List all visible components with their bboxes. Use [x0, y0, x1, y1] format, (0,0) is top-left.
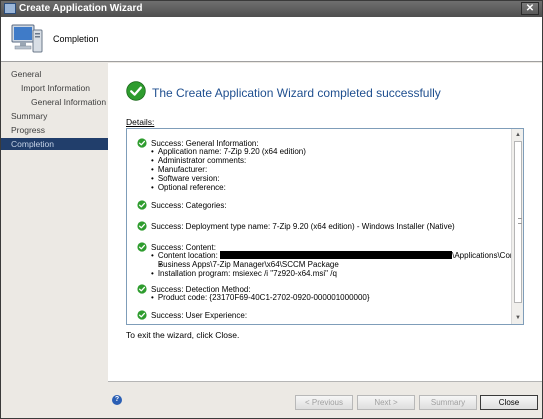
scroll-down-arrow-icon[interactable]: ▼: [513, 313, 523, 323]
content-location-item: Content location: \Applications\Core: [151, 251, 517, 260]
close-window-button[interactable]: ✕: [521, 2, 539, 15]
details-scrollbar[interactable]: ▲ ▼: [511, 129, 523, 324]
grip-icon: [518, 218, 522, 224]
section-heading: Success: Categories:: [151, 201, 227, 210]
wizard-nav: General Import Information General Infor…: [1, 63, 108, 418]
list-item: Administrator comments:: [151, 156, 306, 165]
success-check-icon: [137, 138, 147, 148]
computer-icon: [11, 24, 43, 53]
content-location-cont-text: Business Apps\7-Zip Manager\x64\SCCM Pac…: [157, 260, 339, 269]
scroll-thumb[interactable]: [514, 141, 522, 303]
list-item: Optional reference:: [151, 183, 306, 192]
completion-headline: The Create Application Wizard completed …: [152, 86, 441, 100]
content-location-continuation: Business Apps\7-Zip Manager\x64\SCCM Pac…: [157, 260, 517, 269]
content-location-label: Content location:: [157, 251, 218, 260]
success-check-icon: [137, 242, 147, 252]
main-panel: The Create Application Wizard completed …: [108, 63, 542, 381]
page-title: Completion: [53, 34, 99, 44]
nav-item-progress[interactable]: Progress: [1, 124, 108, 136]
details-box[interactable]: Success: General Information: Applicatio…: [126, 128, 524, 325]
nav-item-import-information[interactable]: Import Information: [1, 82, 108, 94]
wizard-window: Create Application Wizard ✕ Completion G…: [0, 0, 543, 419]
close-button[interactable]: Close: [480, 395, 538, 410]
scroll-up-arrow-icon[interactable]: ▲: [513, 130, 523, 140]
button-bar: ? < Previous Next > Summary Close: [108, 381, 542, 418]
content-list: Content location: \Applications\Core Bus…: [151, 251, 517, 278]
success-check-icon: [137, 310, 147, 320]
redacted-block: [220, 251, 453, 259]
content-location-tail: \Applications\Core: [452, 251, 518, 260]
details-content: Success: General Information: Applicatio…: [127, 129, 517, 324]
title-bar: Create Application Wizard ✕: [1, 1, 542, 17]
next-button[interactable]: Next >: [357, 395, 415, 410]
general-info-list: Application name: 7-Zip 9.20 (x64 editio…: [151, 147, 306, 192]
nav-item-general-information[interactable]: General Information: [1, 96, 108, 108]
nav-item-summary[interactable]: Summary: [1, 110, 108, 122]
previous-button[interactable]: < Previous: [295, 395, 353, 410]
success-check-icon: [126, 81, 146, 101]
list-item: Application name: 7-Zip 9.20 (x64 editio…: [151, 147, 306, 156]
section-heading: Success: Deployment type name: 7-Zip 9.2…: [151, 222, 455, 231]
list-item: Installation program: msiexec /i "7z920-…: [151, 269, 517, 278]
section-heading: Success: User Experience:: [151, 311, 248, 320]
success-check-icon: [137, 221, 147, 231]
window-title: Create Application Wizard: [19, 3, 143, 14]
success-check-icon: [137, 284, 147, 294]
wizard-header: Completion: [1, 17, 542, 62]
detection-list: Product code: {23170F69-40C1-2702-0920-0…: [151, 293, 370, 302]
details-label: Details:: [126, 117, 155, 127]
nav-item-completion[interactable]: Completion: [1, 138, 108, 150]
help-icon[interactable]: ?: [112, 395, 122, 405]
success-check-icon: [137, 200, 147, 210]
nav-item-general[interactable]: General: [1, 68, 108, 80]
list-item: Product code: {23170F69-40C1-2702-0920-0…: [151, 293, 370, 302]
exit-instructions: To exit the wizard, click Close.: [126, 330, 240, 340]
list-item: Manufacturer:: [151, 165, 306, 174]
list-item: Software version:: [151, 174, 306, 183]
summary-button[interactable]: Summary: [419, 395, 477, 410]
app-window-icon: [4, 3, 16, 14]
